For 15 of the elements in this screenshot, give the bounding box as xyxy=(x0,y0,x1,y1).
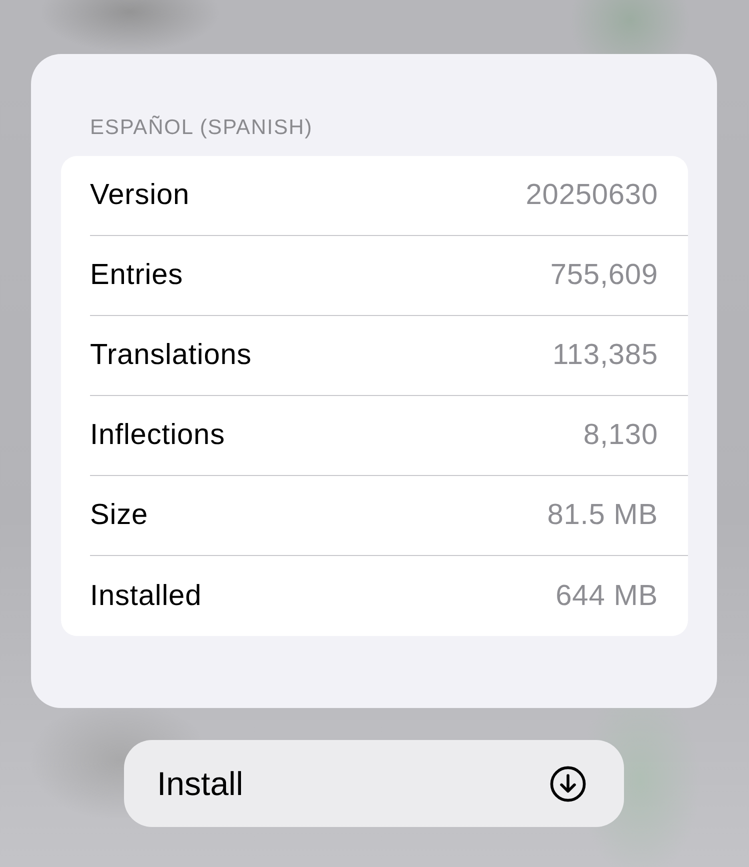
row-value: 644 MB xyxy=(556,580,658,612)
row-label: Inflections xyxy=(90,419,225,452)
row-value: 755,609 xyxy=(550,259,658,292)
row-label: Size xyxy=(90,499,148,532)
row-value: 8,130 xyxy=(583,419,658,452)
section-header: ESPAÑOL (SPANISH) xyxy=(90,114,313,141)
row-label: Installed xyxy=(90,580,202,612)
row-label: Translations xyxy=(90,339,252,372)
row-value: 113,385 xyxy=(552,339,658,372)
row-value: 20250630 xyxy=(526,179,658,212)
row-label: Entries xyxy=(90,259,184,292)
row-value: 81.5 MB xyxy=(547,499,658,532)
install-button[interactable]: Install xyxy=(124,740,624,827)
row-label: Version xyxy=(90,179,190,212)
download-circle-icon xyxy=(550,766,586,802)
